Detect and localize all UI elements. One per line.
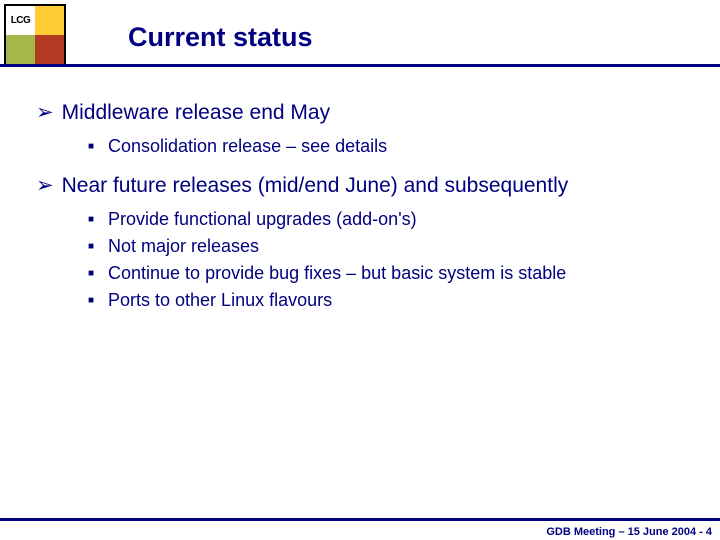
- logo-quadrant-label: LCG: [6, 6, 35, 35]
- footer-text: GDB Meeting – 15 June 2004 - 4: [546, 526, 712, 538]
- sub-bullet-text: Not major releases: [108, 236, 259, 256]
- sub-bullet: ■Ports to other Linux flavours: [88, 287, 684, 313]
- sub-bullet: ■Consolidation release – see details: [88, 133, 684, 159]
- arrow-icon: ➢: [36, 100, 54, 125]
- sub-bullet-text: Consolidation release – see details: [108, 136, 387, 156]
- square-icon: ■: [88, 213, 108, 228]
- bullet-level1: ➢ Middleware release end May: [36, 100, 684, 125]
- logo-quadrant-red: [35, 35, 64, 64]
- sub-bullet: ■Not major releases: [88, 233, 684, 259]
- bullet-sublist: ■Provide functional upgrades (add-on's) …: [36, 206, 684, 313]
- sub-bullet: ■Continue to provide bug fixes – but bas…: [88, 260, 684, 286]
- logo-quadrant-yellow: [35, 6, 64, 35]
- slide-content: ➢Middleware release end May ■Consolidati…: [0, 72, 720, 313]
- sub-bullet: ■Provide functional upgrades (add-on's): [88, 206, 684, 232]
- square-icon: ■: [88, 140, 108, 155]
- title-underline: [0, 64, 720, 67]
- slide-title: Current status: [128, 22, 313, 53]
- sub-bullet-text: Provide functional upgrades (add-on's): [108, 209, 417, 229]
- bullet-level1: ➢ Near future releases (mid/end June) and…: [36, 173, 684, 198]
- lcg-logo: LCG: [4, 4, 66, 66]
- arrow-icon: ➢: [36, 173, 54, 198]
- square-icon: ■: [88, 294, 108, 309]
- square-icon: ■: [88, 267, 108, 282]
- bullet-sublist: ■Consolidation release – see details: [36, 133, 684, 159]
- bullet-text: Middleware release end May: [62, 101, 330, 124]
- slide-header: LCG Current status: [0, 0, 720, 72]
- sub-bullet-text: Ports to other Linux flavours: [108, 290, 332, 310]
- logo-text: LCG: [11, 15, 31, 26]
- logo-quadrant-green: [6, 35, 35, 64]
- square-icon: ■: [88, 240, 108, 255]
- footer-divider: [0, 518, 720, 521]
- slide-footer: GDB Meeting – 15 June 2004 - 4: [0, 518, 720, 540]
- bullet-text: Near future releases (mid/end June) and …: [62, 174, 569, 197]
- sub-bullet-text: Continue to provide bug fixes – but basi…: [108, 263, 566, 283]
